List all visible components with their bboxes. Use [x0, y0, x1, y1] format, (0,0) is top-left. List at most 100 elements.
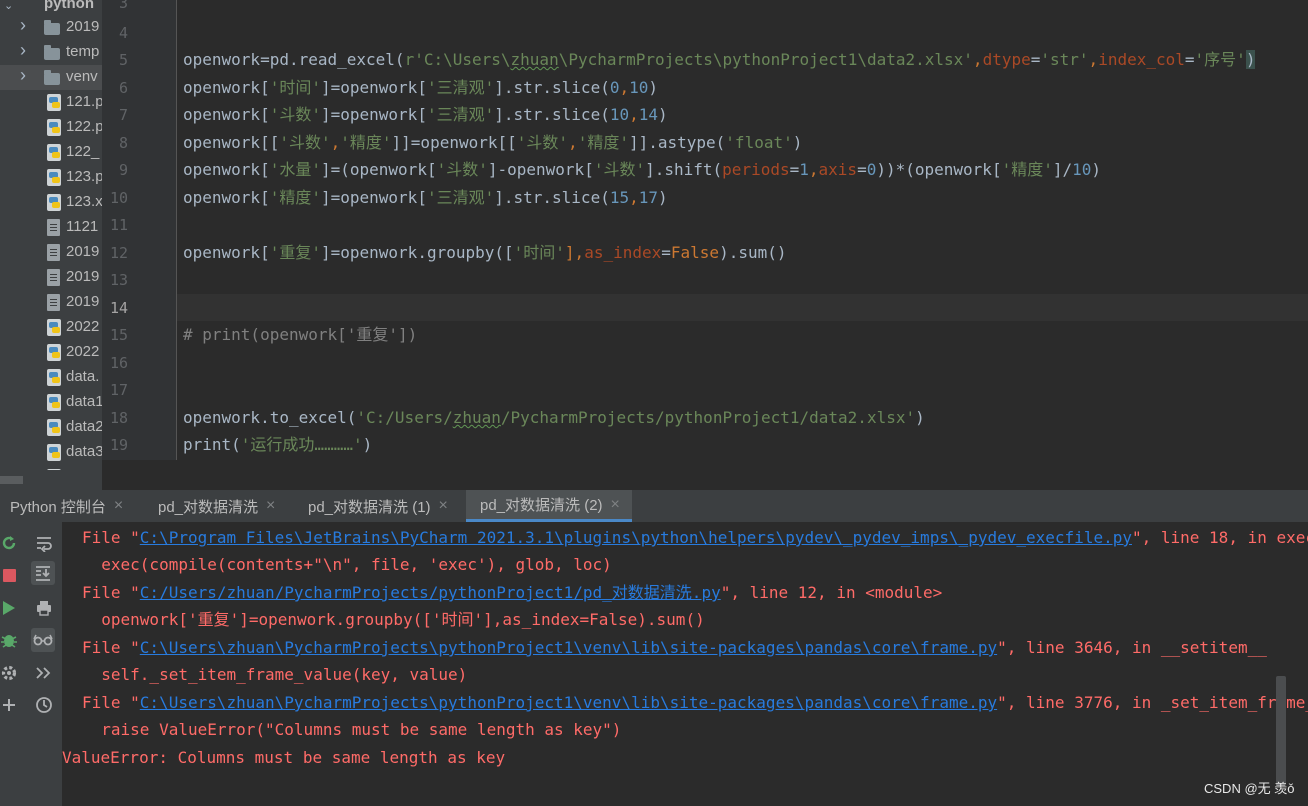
close-icon[interactable]: ×	[114, 497, 123, 515]
close-icon[interactable]: ×	[611, 496, 620, 514]
tab-pd-cleaning[interactable]: pd_对数据清洗 ×	[158, 490, 275, 522]
python-file-icon	[47, 444, 61, 461]
glasses-icon[interactable]	[31, 628, 55, 652]
project-tree-item[interactable]: › 2019	[0, 15, 102, 40]
scrollbar-thumb[interactable]	[0, 476, 23, 484]
console-file-link[interactable]: C:\Program Files\JetBrains\PyCharm 2021.…	[140, 528, 1132, 547]
line-number: 7	[118, 106, 128, 124]
console-scrollbar[interactable]	[1276, 676, 1286, 786]
project-tree-item[interactable]: data2	[0, 415, 102, 440]
code-string: '精度'	[269, 188, 321, 207]
more-icon[interactable]	[32, 661, 56, 685]
close-icon[interactable]: ×	[266, 497, 275, 515]
print-icon[interactable]	[32, 596, 56, 620]
history-icon[interactable]	[32, 693, 56, 717]
project-tree-item[interactable]: › temp	[0, 40, 102, 65]
code-number: 10	[1072, 160, 1092, 179]
project-tree-item[interactable]: 121.p	[0, 90, 102, 115]
line-number: 16	[109, 354, 128, 372]
console-file-link[interactable]: C:\Users\zhuan\PycharmProjects\pythonPro…	[140, 638, 997, 657]
code-line-10[interactable]: openwork['精度']=openwork['三清观'].str.slice…	[183, 187, 668, 209]
project-tree-item[interactable]: › venv	[0, 65, 102, 90]
folder-icon	[44, 45, 60, 60]
debug-icon[interactable]	[0, 628, 21, 652]
code-token: )	[658, 105, 668, 124]
project-tree-item[interactable]: 2022	[0, 315, 102, 340]
console-error-line: ValueError: Columns must be same length …	[62, 748, 506, 767]
rerun-icon[interactable]	[0, 531, 21, 555]
project-tree-item[interactable]: 1121	[0, 215, 102, 240]
code-token: )	[792, 133, 803, 152]
console-file-link[interactable]: C:\Users\zhuan\PycharmProjects\pythonPro…	[140, 693, 997, 712]
soft-wrap-icon[interactable]	[32, 531, 56, 555]
code-token: openwork[	[183, 243, 270, 262]
project-tree-item[interactable]: 123.x	[0, 190, 102, 215]
tab-python-console[interactable]: Python 控制台 ×	[10, 490, 123, 522]
code-token: ].str.slice(	[494, 105, 610, 124]
code-string: '三清观'	[426, 105, 495, 124]
console-file-link[interactable]: C:/Users/zhuan/PycharmProjects/pythonPro…	[140, 583, 721, 602]
close-icon[interactable]: ×	[439, 497, 448, 515]
project-tree-item-label: venv	[66, 68, 98, 85]
code-string: '时间'	[513, 243, 565, 262]
project-tree-item-label: 1121	[66, 218, 99, 235]
console-line: File "C:\Program Files\JetBrains\PyCharm…	[82, 527, 1308, 549]
watermark: CSDN @无 羡ǒ	[1204, 781, 1295, 796]
project-tree-item-label: data.	[66, 368, 100, 385]
code-line-12[interactable]: openwork['重复']=openwork.groupby(['时间'],a…	[183, 242, 787, 264]
python-file-icon	[47, 344, 61, 361]
tab-pd-cleaning-2[interactable]: pd_对数据清洗 (2) ×	[466, 490, 632, 522]
add-icon[interactable]	[0, 693, 21, 717]
scroll-to-end-icon[interactable]	[31, 561, 55, 585]
code-number: 1	[799, 160, 809, 179]
code-token: ].shift(	[645, 160, 723, 179]
code-string: '斗数'	[436, 160, 488, 179]
project-tree-item[interactable]: data.	[0, 365, 102, 390]
console-line: self._set_item_frame_value(key, value)	[82, 665, 468, 684]
project-tree-item[interactable]: data3	[0, 440, 102, 465]
code-line-9[interactable]: openwork['水量']=(openwork['斗数']-openwork[…	[183, 159, 1101, 181]
code-token: print(	[183, 435, 241, 454]
project-tree-item[interactable]: 2019	[0, 265, 102, 290]
code-kwarg: axis	[818, 160, 858, 179]
code-token: ].str.slice(	[494, 188, 610, 207]
project-tree-item[interactable]: 2019	[0, 240, 102, 265]
project-tree-item[interactable]: EXCE	[0, 465, 102, 470]
code-line-7[interactable]: openwork['斗数']=openwork['三清观'].str.slice…	[183, 104, 668, 126]
code-line-6[interactable]: openwork['时间']=openwork['三清观'].str.slice…	[183, 77, 658, 99]
project-tree-item[interactable]: 2022	[0, 340, 102, 365]
tree-horizontal-scrollbar[interactable]	[0, 476, 102, 484]
project-tree-item[interactable]: 122.p	[0, 115, 102, 140]
code-line-8[interactable]: openwork[['斗数','精度']]=openwork[['斗数','精度…	[183, 132, 802, 154]
code-line-15[interactable]: # print(openwork['重复'])	[183, 324, 417, 346]
project-tree-item-label: 2019	[66, 268, 100, 285]
chevron-right-icon[interactable]: ›	[20, 65, 26, 86]
code-number: 10	[629, 78, 649, 97]
project-tree-item[interactable]: 122_	[0, 140, 102, 165]
project-tree-item[interactable]: 123.p	[0, 165, 102, 190]
code-token: ]=openwork[	[320, 105, 427, 124]
project-tree-item[interactable]: 2019	[0, 290, 102, 315]
tab-pd-cleaning-1[interactable]: pd_对数据清洗 (1) ×	[308, 490, 448, 522]
code-token: ]-openwork[	[487, 160, 594, 179]
python-file-icon	[47, 169, 61, 186]
code-line-19[interactable]: print('运行成功…………')	[183, 434, 372, 456]
code-string: /PycharmProjects/pythonProject1/data2.xl…	[500, 408, 916, 427]
stop-icon[interactable]	[0, 563, 21, 587]
project-tree-item-label: 123.p	[66, 168, 102, 185]
project-tree-item-label: 121.p	[66, 93, 102, 110]
line-number: 11	[109, 216, 128, 234]
code-line-5[interactable]: openwork=pd.read_excel(r'C:\Users\zhuan\…	[183, 49, 1256, 71]
folder-icon	[44, 70, 60, 85]
code-token: ]]=openwork[[	[391, 133, 517, 152]
code-token: openwork=pd.read_excel(	[183, 50, 405, 69]
line-number: 3	[118, 0, 128, 12]
project-tree-item[interactable]: data1	[0, 390, 102, 415]
chevron-right-icon[interactable]: ›	[20, 40, 26, 61]
settings-icon[interactable]	[0, 661, 21, 685]
code-line-18[interactable]: openwork.to_excel('C:/Users/zhuan/Pychar…	[183, 407, 925, 429]
chevron-right-icon[interactable]: ›	[20, 15, 26, 36]
run-icon[interactable]	[0, 596, 21, 620]
line-number: 6	[118, 79, 128, 97]
code-string: '三清观'	[426, 188, 495, 207]
